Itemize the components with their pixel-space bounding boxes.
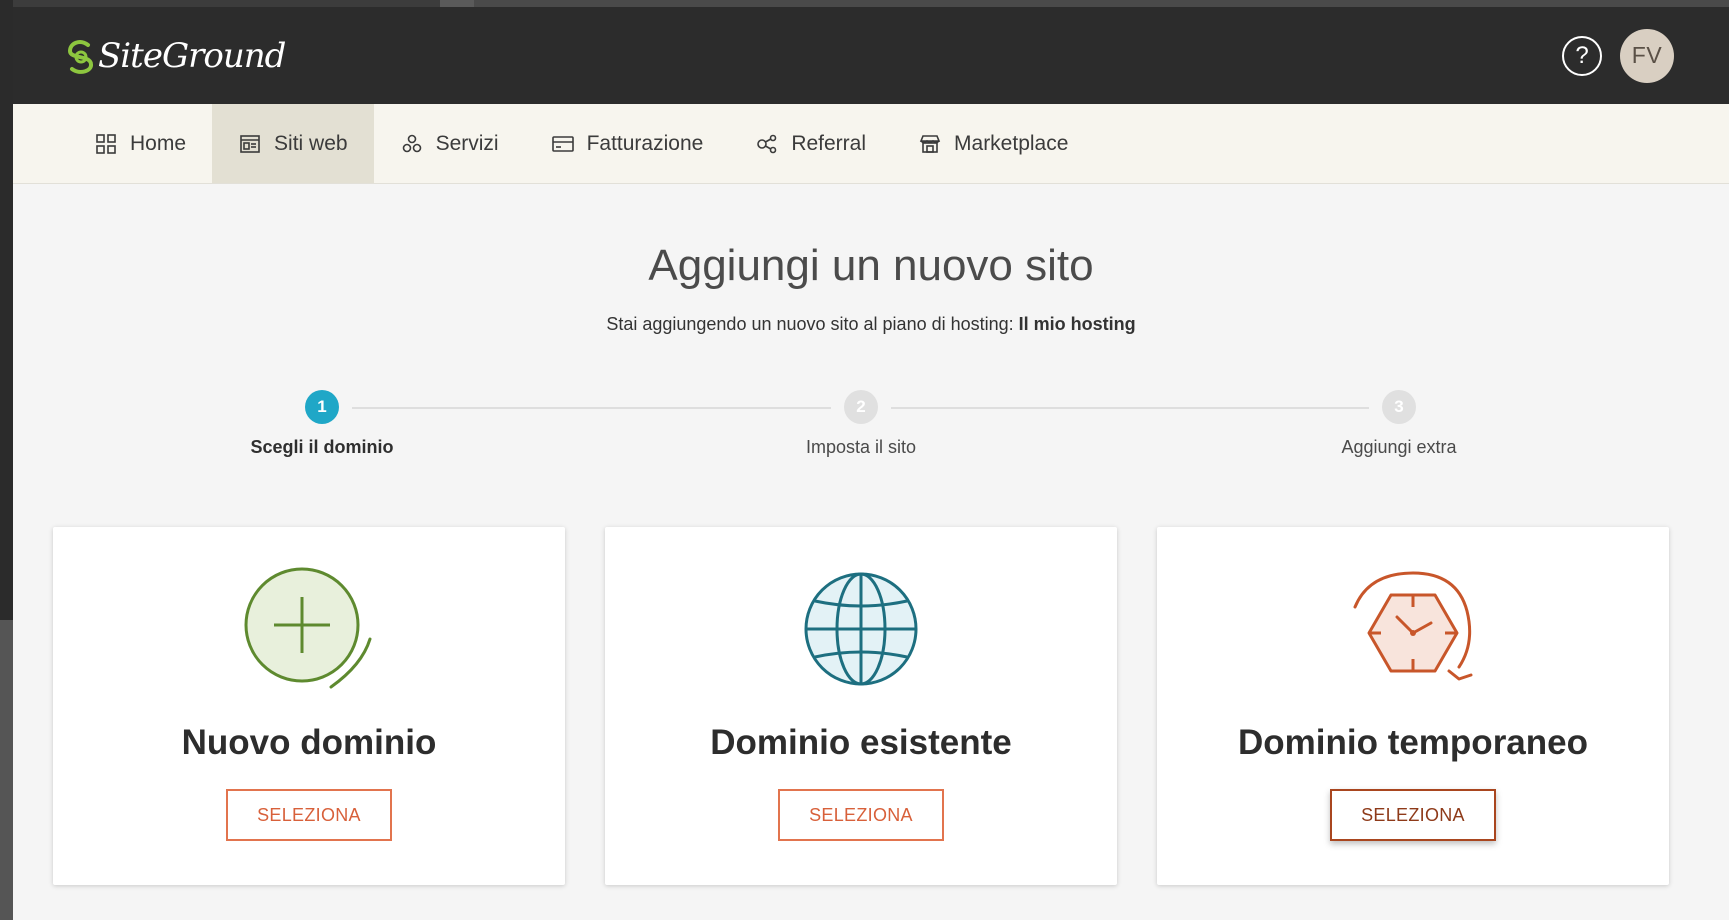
step-setup-site: 2 Imposta il sito xyxy=(741,390,981,458)
nav-item-label: Fatturazione xyxy=(586,131,704,155)
siteground-app: SiteGround ? FV Home Siti web Servizi Fa… xyxy=(13,7,1729,920)
page-title: Aggiungi un nuovo sito xyxy=(648,241,1094,290)
wizard-stepper: 1 Scegli il dominio 2 Imposta il sito 3 … xyxy=(13,390,1729,470)
card-icon-wrap xyxy=(53,567,565,689)
nav-item-label: Referral xyxy=(791,131,867,155)
select-button[interactable]: SELEZIONA xyxy=(226,789,392,841)
card-title: Dominio temporaneo xyxy=(1237,723,1589,762)
nav-item-label: Marketplace xyxy=(954,131,1069,155)
logo-text: SiteGround xyxy=(98,35,286,76)
card-new-domain[interactable]: Nuovo dominio SELEZIONA xyxy=(53,527,565,885)
card-title: Nuovo dominio xyxy=(181,723,437,762)
top-header: SiteGround ? FV xyxy=(13,7,1729,104)
services-icon xyxy=(402,134,421,152)
siteground-logo[interactable]: SiteGround xyxy=(66,35,286,76)
card-icon-wrap xyxy=(605,567,1117,687)
main-nav: Home Siti web Servizi Fatturazione Refer… xyxy=(13,104,1729,184)
page-subtitle: Stai aggiungendo un nuovo sito al piano … xyxy=(13,314,1729,335)
step-label: Aggiungi extra xyxy=(1341,437,1457,457)
store-icon xyxy=(919,134,941,153)
nav-item-marketplace[interactable]: Marketplace xyxy=(892,104,1094,183)
nav-item-services[interactable]: Servizi xyxy=(374,104,525,183)
step-add-extras: 3 Aggiungi extra xyxy=(1279,390,1519,458)
nav-item-label: Servizi xyxy=(435,131,499,155)
step-number: 3 xyxy=(1382,390,1416,424)
grid-icon xyxy=(96,133,116,154)
credit-card-icon xyxy=(551,135,574,152)
step-number: 1 xyxy=(305,390,339,424)
nav-item-label: Siti web xyxy=(274,131,348,155)
question-circle-icon: ? xyxy=(1575,41,1589,69)
hosting-plan-name: Il mio hosting xyxy=(1018,314,1136,334)
step-choose-domain: 1 Scegli il dominio xyxy=(202,390,442,458)
nav-item-websites[interactable]: Siti web xyxy=(212,104,374,183)
website-icon xyxy=(240,134,260,153)
nav-item-home[interactable]: Home xyxy=(68,104,212,183)
main-content: Aggiungi un nuovo sito Stai aggiungendo … xyxy=(13,184,1729,920)
siteground-logo-icon xyxy=(67,39,93,74)
plus-circle-icon xyxy=(244,567,372,689)
nav-item-billing[interactable]: Fatturazione xyxy=(525,104,730,183)
card-existing-domain[interactable]: Dominio esistente SELEZIONA xyxy=(605,527,1117,885)
user-avatar[interactable]: FV xyxy=(1620,28,1674,83)
nav-item-label: Home xyxy=(130,131,187,155)
card-temporary-domain[interactable]: Dominio temporaneo SELEZIONA xyxy=(1157,527,1669,885)
step-label: Scegli il dominio xyxy=(250,437,394,457)
card-icon-wrap xyxy=(1157,567,1669,687)
nav-item-referral[interactable]: Referral xyxy=(729,104,892,183)
clock-hexagon-icon xyxy=(1353,571,1473,681)
globe-icon xyxy=(804,572,918,686)
window-backdrop-left-light xyxy=(0,620,13,920)
select-button[interactable]: SELEZIONA xyxy=(778,789,944,841)
help-button[interactable]: ? xyxy=(1562,35,1602,76)
card-title: Dominio esistente xyxy=(710,723,1012,762)
select-button[interactable]: SELEZIONA xyxy=(1330,789,1496,841)
share-icon xyxy=(757,134,777,153)
subtitle-text: Stai aggiungendo un nuovo sito al piano … xyxy=(606,314,1014,334)
window-backdrop-top xyxy=(440,0,1729,7)
step-number: 2 xyxy=(844,390,878,424)
step-label: Imposta il sito xyxy=(805,437,917,457)
window-backdrop-tab xyxy=(440,0,474,7)
header-actions: ? FV xyxy=(1562,28,1674,83)
